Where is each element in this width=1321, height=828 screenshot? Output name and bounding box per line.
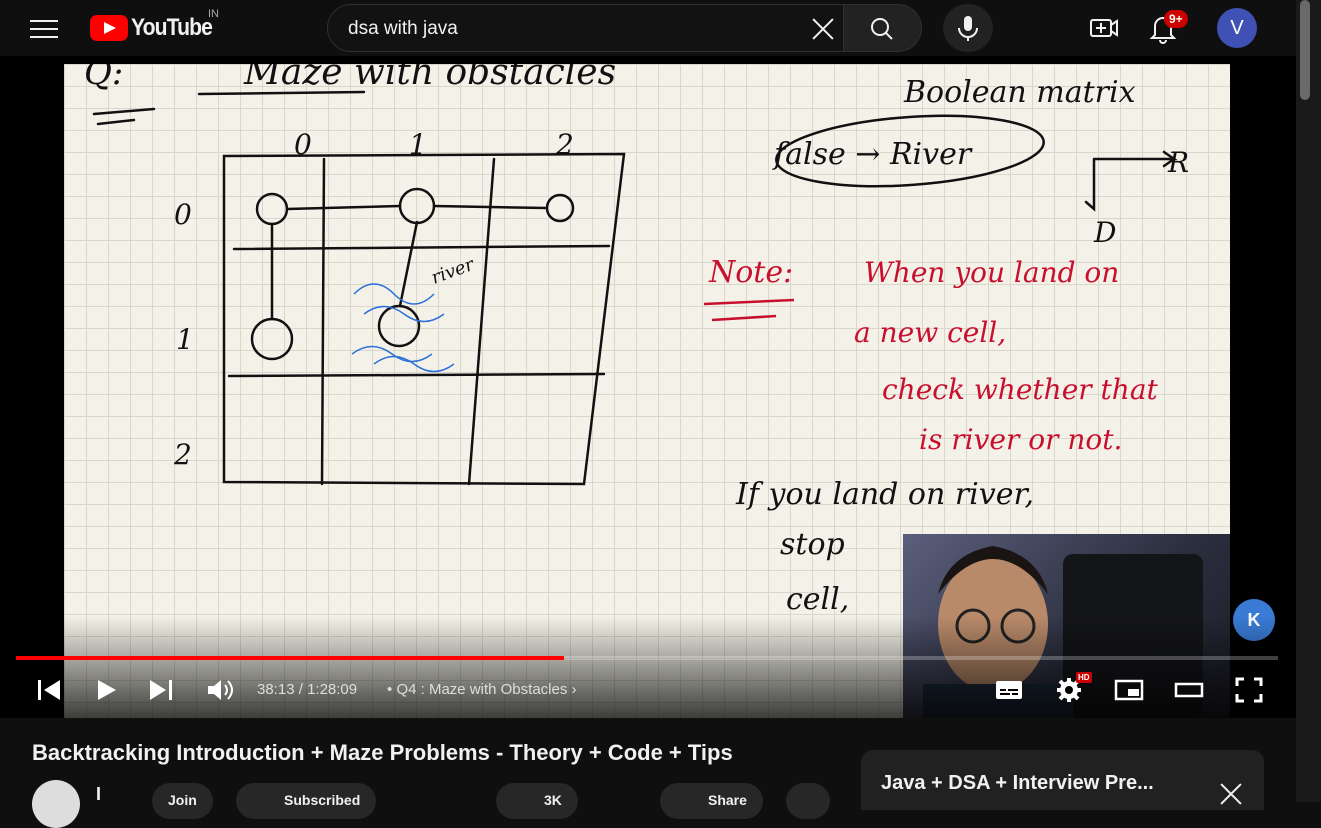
youtube-logo[interactable]: YouTube IN: [90, 8, 223, 42]
time-display: 38:13 / 1:28:09: [257, 681, 357, 698]
playlist-title[interactable]: Java + DSA + Interview Pre...: [881, 772, 1154, 795]
maze-heading: Maze with obstacles: [243, 64, 616, 93]
share-button[interactable]: Share: [660, 783, 763, 819]
create-video-icon[interactable]: [1088, 14, 1120, 42]
volume-icon[interactable]: [205, 676, 235, 704]
col-label-2: 2: [555, 128, 574, 161]
clear-search-icon[interactable]: [810, 16, 836, 42]
miniplayer-icon[interactable]: [1114, 676, 1144, 704]
theater-mode-icon[interactable]: [1174, 676, 1204, 704]
menu-icon[interactable]: [30, 16, 58, 40]
voice-search-button[interactable]: [943, 4, 993, 52]
rule-line-1: If you land on river,: [735, 477, 1034, 512]
channel-avatar[interactable]: [32, 780, 80, 828]
duration: 1:28:09: [307, 681, 358, 698]
video-player[interactable]: Q: Maze with obstacles Boolean matrix fa…: [0, 56, 1296, 718]
account-avatar[interactable]: V: [1217, 8, 1257, 48]
search-icon: [871, 18, 893, 40]
down-label: D: [1093, 216, 1116, 249]
note-line-4: is river or not.: [919, 423, 1122, 456]
youtube-play-icon: [90, 15, 128, 41]
note-line-3: check whether that: [882, 373, 1159, 406]
subtitles-icon[interactable]: [994, 676, 1024, 704]
hd-badge: HD: [1076, 672, 1092, 683]
chapter-title: Q4 : Maze with Obstacles: [396, 681, 568, 698]
chapter-dot: •: [387, 681, 393, 698]
video-title: Backtracking Introduction + Maze Problem…: [32, 740, 733, 765]
page-scrollbar[interactable]: [1296, 0, 1321, 802]
rule-line-3: cell,: [786, 582, 849, 617]
more-actions-button[interactable]: [786, 783, 830, 819]
scrollbar-thumb[interactable]: [1300, 0, 1310, 100]
time-separator: /: [298, 681, 303, 698]
previous-icon[interactable]: [36, 676, 62, 704]
join-button[interactable]: Join: [152, 783, 213, 819]
microphone-icon: [958, 16, 978, 41]
note-line-1: When you land on: [864, 256, 1119, 289]
controls-gradient: [0, 616, 1296, 718]
progress-bar[interactable]: [16, 656, 1278, 660]
playlist-panel: Java + DSA + Interview Pre...: [861, 750, 1264, 810]
question-label: Q:: [84, 64, 123, 93]
chapter-button[interactable]: • Q4 : Maze with Obstacles ›: [387, 681, 577, 698]
logo-text: YouTube: [131, 14, 213, 41]
close-icon[interactable]: [1219, 782, 1243, 806]
note-line-2: a new cell,: [854, 316, 1006, 349]
notification-badge: 9+: [1164, 10, 1188, 28]
next-icon[interactable]: [148, 676, 174, 704]
row-label-0: 0: [174, 198, 192, 231]
country-code: IN: [208, 8, 219, 20]
search-button[interactable]: [844, 4, 922, 52]
note-label: Note:: [708, 255, 793, 290]
rule-line-2: stop: [780, 527, 845, 562]
false-river-label: false → River: [772, 137, 973, 172]
fullscreen-icon[interactable]: [1234, 676, 1264, 704]
river-label: river: [429, 254, 479, 289]
progress-played: [16, 656, 564, 660]
play-icon[interactable]: [94, 676, 118, 704]
like-button[interactable]: 3K: [496, 783, 578, 819]
top-bar: YouTube IN 9+ V: [0, 0, 1296, 56]
boolean-label: Boolean matrix: [903, 75, 1136, 110]
search-input[interactable]: [348, 17, 788, 41]
row-label-2: 2: [173, 438, 192, 471]
current-time: 38:13: [257, 681, 295, 698]
search-box: [327, 4, 844, 52]
subscribe-button[interactable]: Subscribed: [236, 783, 377, 819]
row-label-1: 1: [176, 323, 194, 356]
chevron-right-icon: ›: [571, 681, 577, 698]
